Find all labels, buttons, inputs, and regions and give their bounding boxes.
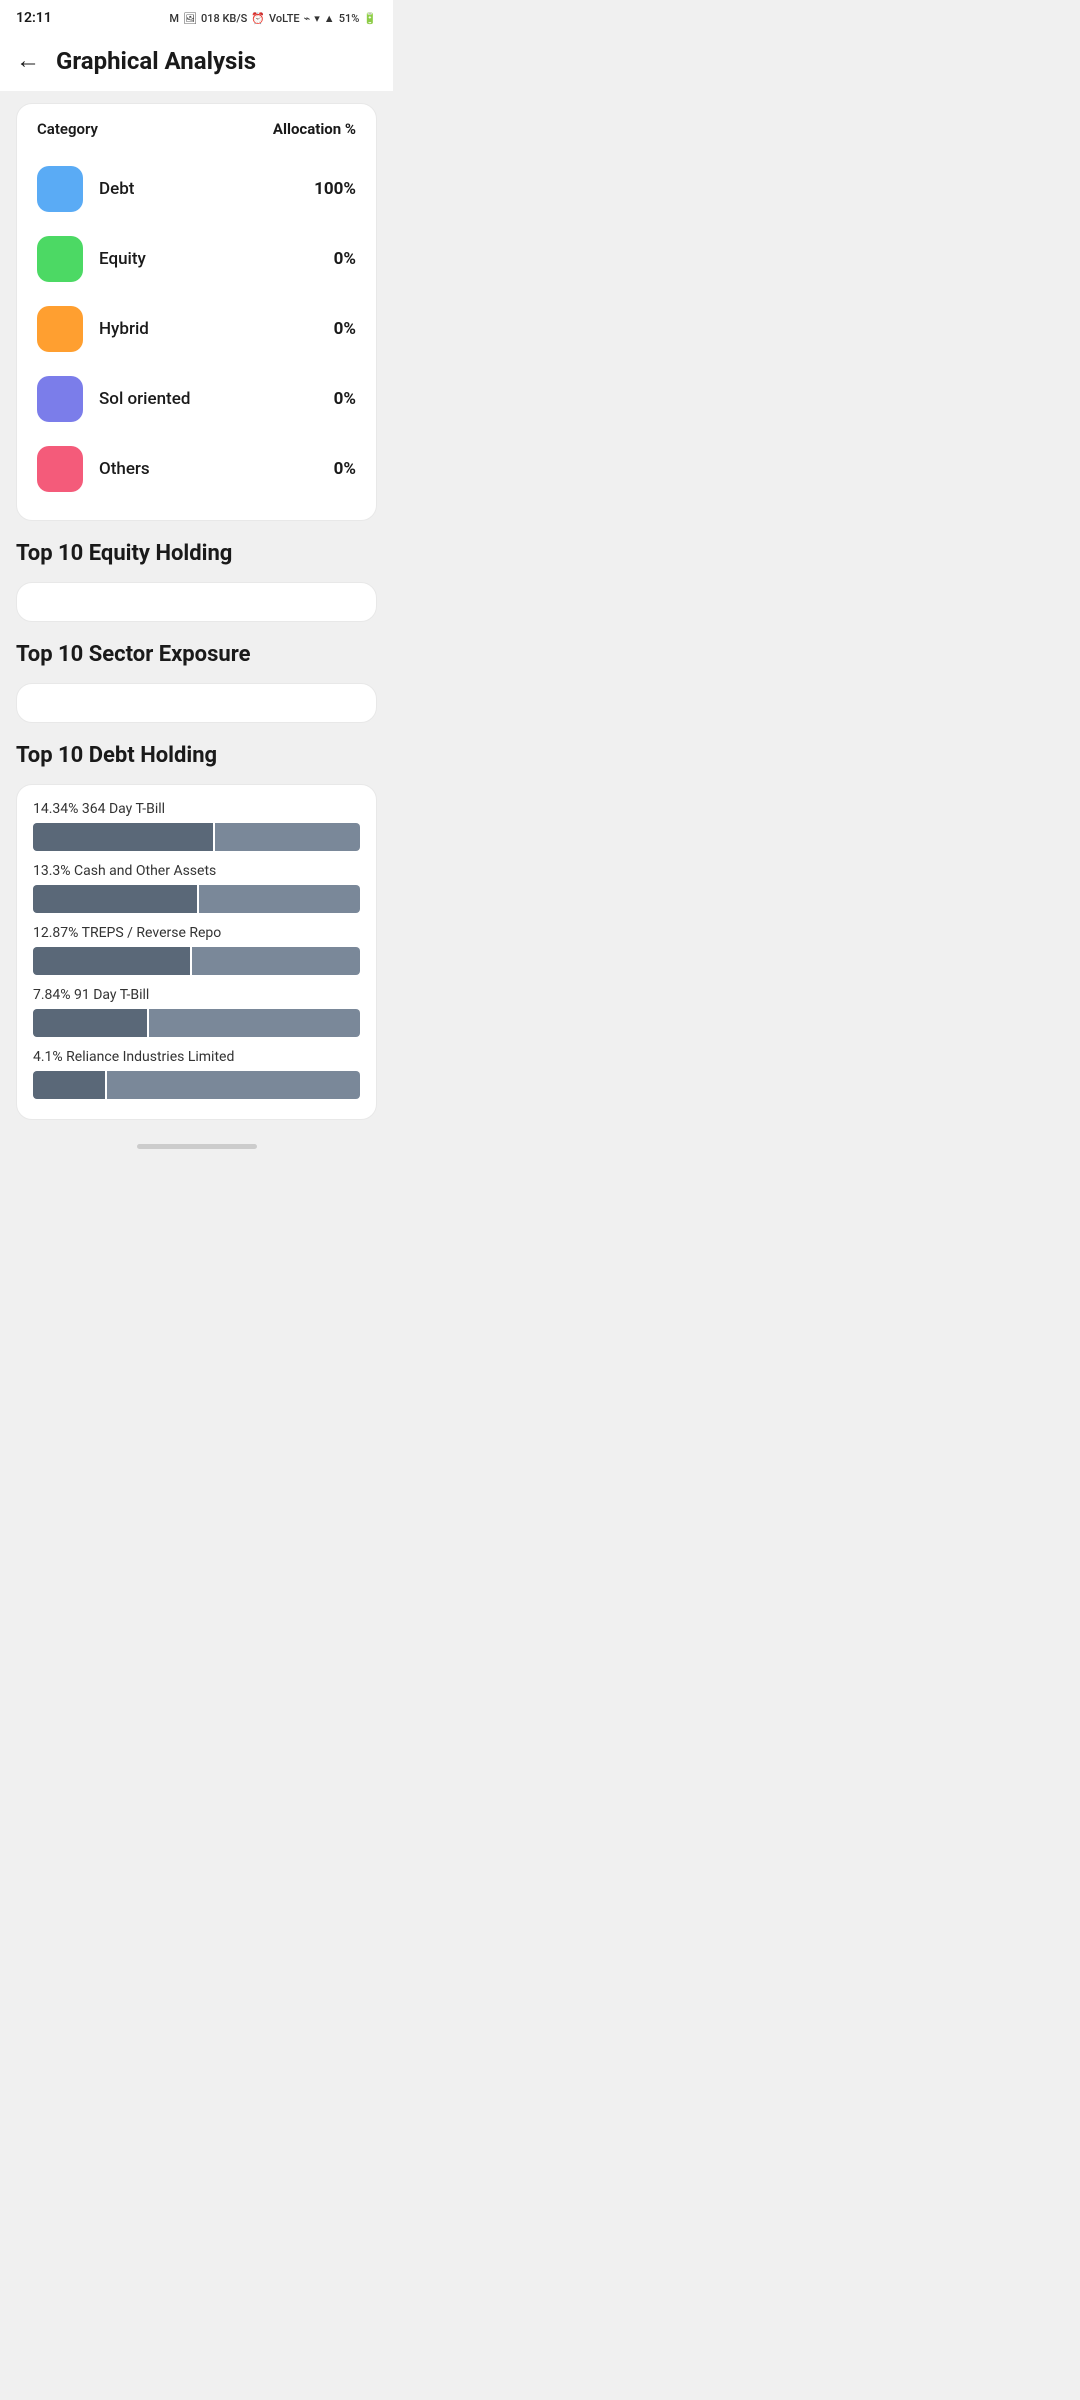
category-table-header: Category Allocation % [37,120,356,138]
category-left-equity: Equity [37,236,146,282]
debt-holding-title: Top 10 Debt Holding [16,743,377,768]
holding-item-reliance: 4.1% Reliance Industries Limited [33,1049,360,1099]
holding-label-reliance: 4.1% Reliance Industries Limited [33,1049,360,1065]
equity-holding-section: Top 10 Equity Holding [16,541,377,622]
sol-oriented-color-swatch [37,376,83,422]
bar-separator-3 [190,947,192,975]
holding-bar-cash [33,885,360,913]
holding-bar-tbill-91 [33,1009,360,1037]
debt-allocation: 100% [314,179,356,199]
holding-bar-reliance [33,1071,360,1099]
holding-bar-fill-tbill-364 [33,823,213,851]
holding-bar-tbill-364 [33,823,360,851]
holding-item-tbill-364: 14.34% 364 Day T-Bill [33,801,360,851]
holding-label-tbill-91: 7.84% 91 Day T-Bill [33,987,360,1003]
gmail-icon: M [169,12,179,25]
battery-icon: 🔋 [363,12,377,25]
data-speed: 018 KB/S [201,12,247,25]
holding-label-cash: 13.3% Cash and Other Assets [33,863,360,879]
allocation-column-header: Allocation % [273,120,356,138]
debt-holding-card: 14.34% 364 Day T-Bill 13.3% Cash and Oth… [16,784,377,1120]
wifi-icon: ▾ [314,12,320,25]
bar-separator-1 [213,823,215,851]
category-left-sol-oriented: Sol oriented [37,376,190,422]
page-title: Graphical Analysis [56,47,256,75]
back-button[interactable]: ← [16,46,40,75]
equity-color-swatch [37,236,83,282]
category-allocation-card: Category Allocation % Debt 100% Equity 0… [16,103,377,521]
bar-separator-2 [197,885,199,913]
holding-bar-treps [33,947,360,975]
sol-oriented-label: Sol oriented [99,389,190,409]
equity-holding-card [16,582,377,622]
sector-exposure-title: Top 10 Sector Exposure [16,642,377,667]
category-left-others: Others [37,446,150,492]
scroll-bar [137,1144,257,1149]
holding-label-treps: 12.87% TREPS / Reverse Repo [33,925,360,941]
status-icons: M 🖼 018 KB/S ⏰ VoLTE ⌁ ▾ ▲ 51% 🔋 [169,12,377,25]
category-row-hybrid: Hybrid 0% [37,294,356,364]
scroll-indicator [0,1132,393,1155]
main-content: Category Allocation % Debt 100% Equity 0… [0,91,393,1132]
debt-holding-section: Top 10 Debt Holding 14.34% 364 Day T-Bil… [16,743,377,1120]
alarm-icon: ⏰ [251,12,265,25]
bar-separator-4 [147,1009,149,1037]
category-left-debt: Debt [37,166,134,212]
equity-holding-title: Top 10 Equity Holding [16,541,377,566]
category-row-equity: Equity 0% [37,224,356,294]
page-header: ← Graphical Analysis [0,34,393,91]
bluetooth-icon: ⌁ [304,12,311,25]
status-time: 12:11 [16,10,52,26]
hybrid-allocation: 0% [334,319,356,339]
signal-icon: ▲ [324,12,335,25]
category-column-header: Category [37,120,98,138]
category-row-sol-oriented: Sol oriented 0% [37,364,356,434]
equity-allocation: 0% [334,249,356,269]
hybrid-color-swatch [37,306,83,352]
bar-separator-5 [105,1071,107,1099]
holding-bar-fill-tbill-91 [33,1009,147,1037]
category-left-hybrid: Hybrid [37,306,149,352]
sol-oriented-allocation: 0% [334,389,356,409]
holding-bar-fill-cash [33,885,197,913]
holding-item-cash: 13.3% Cash and Other Assets [33,863,360,913]
sector-exposure-section: Top 10 Sector Exposure [16,642,377,723]
category-row-others: Others 0% [37,434,356,504]
sector-exposure-card [16,683,377,723]
volte-icon: VoLTE [269,12,300,25]
others-allocation: 0% [334,459,356,479]
holding-item-tbill-91: 7.84% 91 Day T-Bill [33,987,360,1037]
holding-bar-fill-treps [33,947,190,975]
battery-percent: 51% [339,12,360,25]
others-label: Others [99,459,150,479]
others-color-swatch [37,446,83,492]
status-bar: 12:11 M 🖼 018 KB/S ⏰ VoLTE ⌁ ▾ ▲ 51% 🔋 [0,0,393,34]
holding-label-tbill-364: 14.34% 364 Day T-Bill [33,801,360,817]
hybrid-label: Hybrid [99,319,149,339]
debt-color-swatch [37,166,83,212]
category-row-debt: Debt 100% [37,154,356,224]
holding-bar-fill-reliance [33,1071,105,1099]
equity-label: Equity [99,249,146,269]
gallery-icon: 🖼 [183,12,197,25]
debt-label: Debt [99,179,134,199]
holding-item-treps: 12.87% TREPS / Reverse Repo [33,925,360,975]
